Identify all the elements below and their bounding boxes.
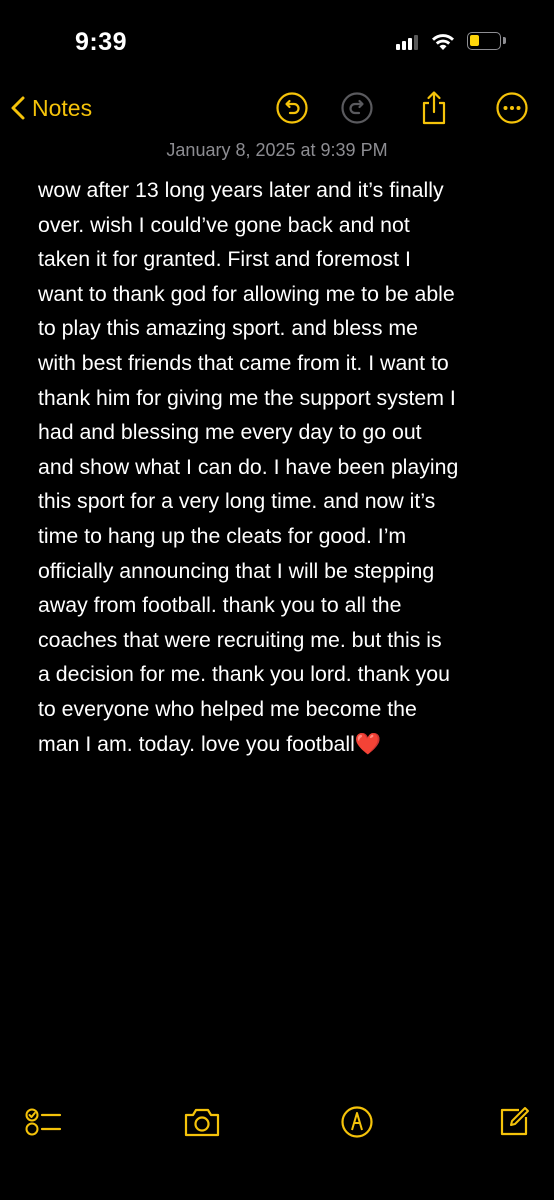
note-line: over. wish I could’ve gone back and not: [38, 212, 410, 237]
note-line: this sport for a very long time. and now…: [38, 489, 436, 514]
undo-button[interactable]: [274, 90, 310, 126]
note-line: to everyone who helped me become the: [38, 696, 417, 721]
compose-button[interactable]: [494, 1102, 534, 1142]
note-line: with best friends that came from it. I w…: [38, 350, 449, 375]
battery-cap: [503, 37, 506, 44]
note-body[interactable]: wow after 13 long years later and it’s f…: [38, 173, 524, 761]
wifi-icon: [432, 34, 454, 50]
note-line: time to hang up the cleats for good. I’m: [38, 523, 407, 548]
note-line: to play this amazing sport. and bless me: [38, 316, 418, 341]
note-line: wow after 13 long years later and it’s f…: [38, 178, 444, 202]
note-date: January 8, 2025 at 9:39 PM: [166, 140, 388, 160]
share-button[interactable]: [416, 90, 452, 126]
battery-icon: [467, 32, 501, 50]
markup-button[interactable]: [337, 1102, 377, 1142]
nav-bar: Notes: [0, 82, 554, 134]
note-line: thank him for giving me the support syst…: [38, 385, 456, 410]
checklist-button[interactable]: [24, 1102, 64, 1142]
status-bar: 9:39: [0, 0, 554, 80]
share-icon: [422, 91, 446, 125]
more-icon: [496, 92, 528, 124]
note-line: want to thank god for allowing me to be …: [38, 281, 455, 306]
bottom-toolbar: [0, 1100, 554, 1144]
redo-icon: [341, 92, 373, 124]
redo-button[interactable]: [339, 90, 375, 126]
back-label: Notes: [32, 94, 93, 121]
note-line: officially announcing that I will be ste…: [38, 558, 435, 583]
checklist-icon: [25, 1108, 62, 1136]
camera-icon: [184, 1108, 220, 1137]
note-line: coaches that were recruiting me. but thi…: [38, 627, 442, 652]
note-line: and show what I can do. I have been play…: [38, 454, 459, 479]
note-line: had and blessing me every day to go out: [38, 420, 422, 445]
camera-button[interactable]: [182, 1102, 222, 1142]
cellular-signal-icon: [396, 34, 422, 50]
more-button[interactable]: [494, 90, 530, 126]
status-time: 9:39: [75, 28, 128, 56]
note-line: away from football. thank you to all the: [38, 593, 402, 618]
note-line: a decision for me. thank you lord. thank…: [38, 662, 450, 687]
undo-icon: [276, 92, 308, 124]
note-line: taken it for granted. First and foremost…: [38, 247, 411, 272]
note-line: man I am. today. love you football❤️: [38, 731, 382, 756]
markup-icon: [341, 1106, 373, 1138]
back-button[interactable]: Notes: [10, 90, 92, 126]
compose-icon: [500, 1107, 529, 1136]
chevron-left-icon: [11, 96, 25, 120]
battery-level-fill: [470, 35, 479, 46]
